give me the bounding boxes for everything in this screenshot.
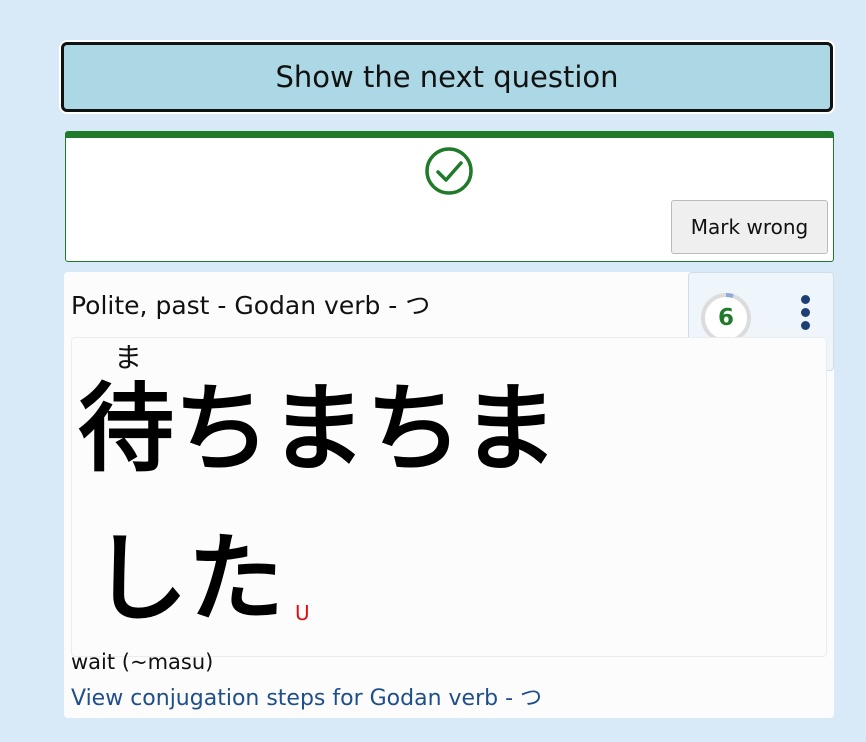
check-circle-icon bbox=[425, 147, 473, 195]
question-card: Polite, past - Godan verb - つ 6 ま 待ちまちま … bbox=[64, 272, 834, 718]
show-next-question-button[interactable]: Show the next question bbox=[61, 42, 833, 112]
meaning-text: wait (~masu) bbox=[71, 650, 214, 674]
mark-wrong-button[interactable]: Mark wrong bbox=[671, 200, 828, 254]
answer-text-line2: した bbox=[92, 523, 284, 635]
furigana: ま bbox=[114, 341, 143, 374]
answer-box: ま 待ちまちま した U bbox=[71, 337, 827, 657]
answer-annotation: U bbox=[295, 601, 310, 625]
show-next-question-label: Show the next question bbox=[275, 60, 619, 94]
question-title: Polite, past - Godan verb - つ bbox=[71, 291, 431, 320]
answer-text-line1: 待ちまちま bbox=[78, 373, 558, 485]
view-conjugation-steps-link[interactable]: View conjugation steps for Godan verb - … bbox=[71, 680, 542, 712]
mark-wrong-label: Mark wrong bbox=[690, 215, 809, 239]
kebab-menu-icon[interactable] bbox=[795, 295, 815, 331]
result-panel: Mark wrong bbox=[65, 131, 834, 262]
